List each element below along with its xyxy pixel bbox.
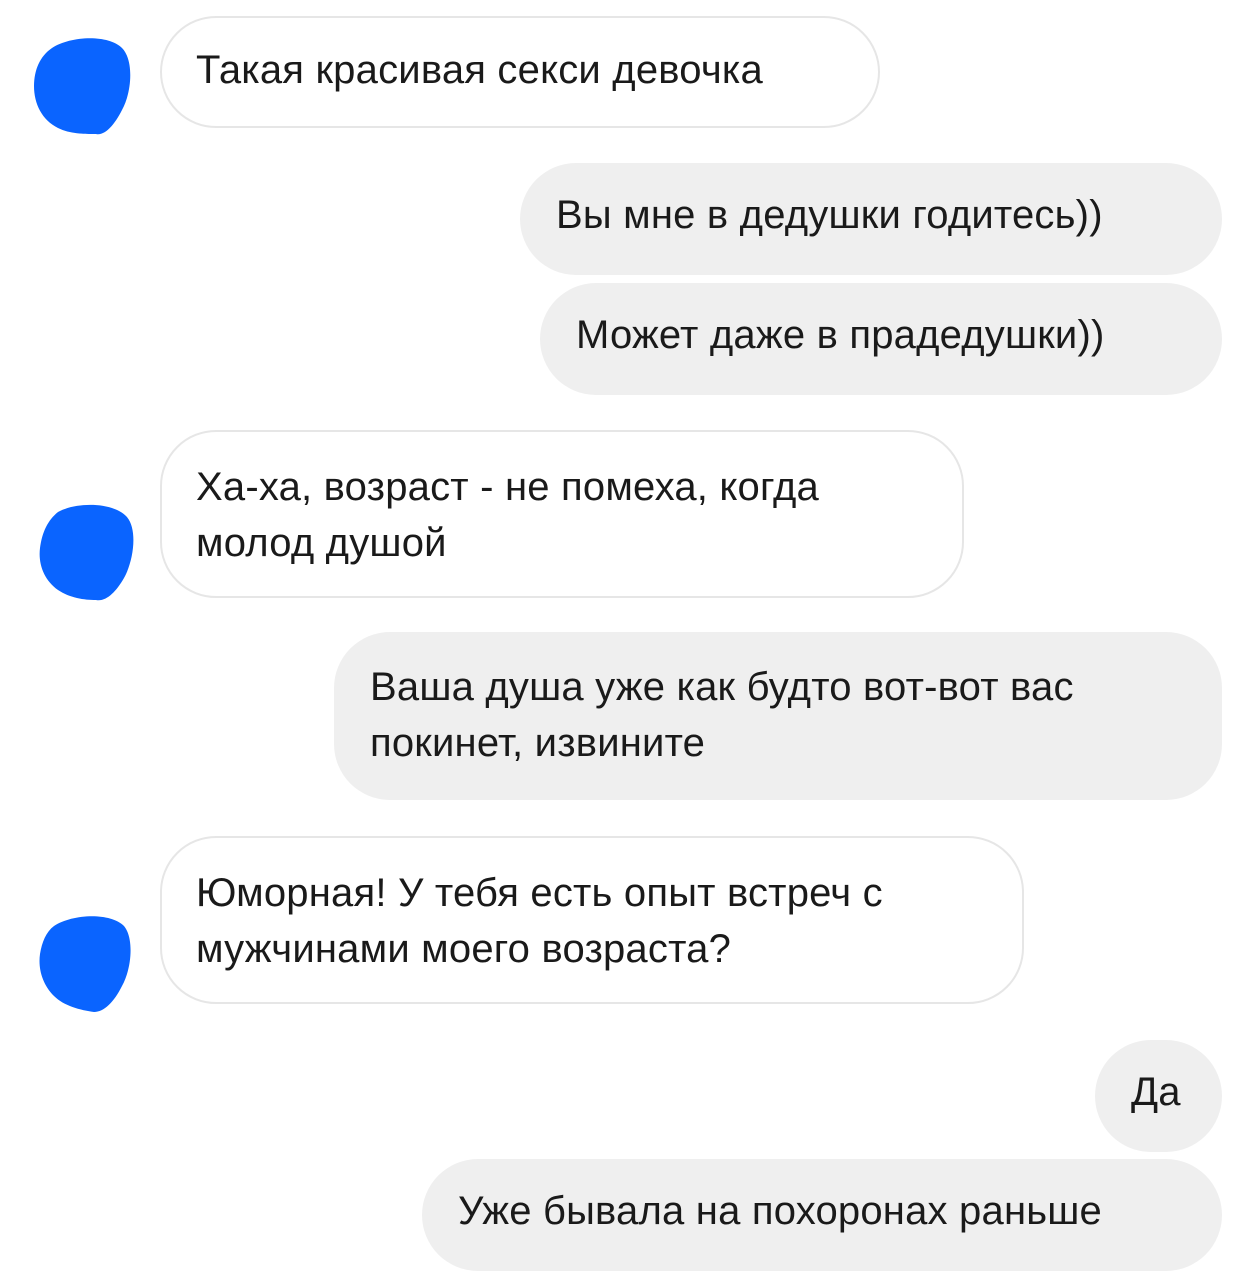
redacted-avatar-icon[interactable] — [34, 500, 138, 604]
message-text-line-2: мужчинами моего возраста? — [196, 927, 732, 971]
message-text: Вы мне в дедушки годитесь)) — [556, 193, 1103, 237]
message-text-line-1: Ваша душа уже как будто вот-вот вас — [370, 665, 1074, 709]
message-bubble-outgoing[interactable]: Уже бывала на похоронах раньше — [422, 1159, 1222, 1271]
message-bubble-outgoing[interactable]: Вы мне в дедушки годитесь)) — [520, 163, 1222, 275]
message-bubble-incoming[interactable]: Ха-ха, возраст - не помеха, когда молод … — [160, 430, 964, 598]
message-text-line-2: покинет, извините — [370, 721, 706, 765]
message-bubble-outgoing[interactable]: Может даже в прадедушки)) — [540, 283, 1222, 395]
message-bubble-outgoing[interactable]: Ваша душа уже как будто вот-вот вас поки… — [334, 632, 1222, 800]
message-bubble-outgoing[interactable]: Да — [1095, 1040, 1222, 1152]
message-text: Уже бывала на похоронах раньше — [458, 1189, 1103, 1233]
message-text-line-1: Юморная! У тебя есть опыт встреч с — [196, 871, 883, 915]
message-text: Такая красивая секси девочка — [196, 48, 763, 92]
chat-thread: Такая красивая секси девочка Вы мне в де… — [0, 0, 1245, 1280]
redacted-avatar-icon[interactable] — [30, 34, 134, 138]
message-bubble-incoming[interactable]: Такая красивая секси девочка — [160, 16, 880, 128]
message-text-line-2: молод душой — [196, 521, 447, 565]
message-bubble-incoming[interactable]: Юморная! У тебя есть опыт встреч с мужчи… — [160, 836, 1024, 1004]
message-text: Да — [1131, 1070, 1181, 1114]
message-text-line-1: Ха-ха, возраст - не помеха, когда — [196, 465, 819, 509]
redacted-avatar-icon[interactable] — [34, 910, 138, 1014]
message-text: Может даже в прадедушки)) — [576, 313, 1105, 357]
